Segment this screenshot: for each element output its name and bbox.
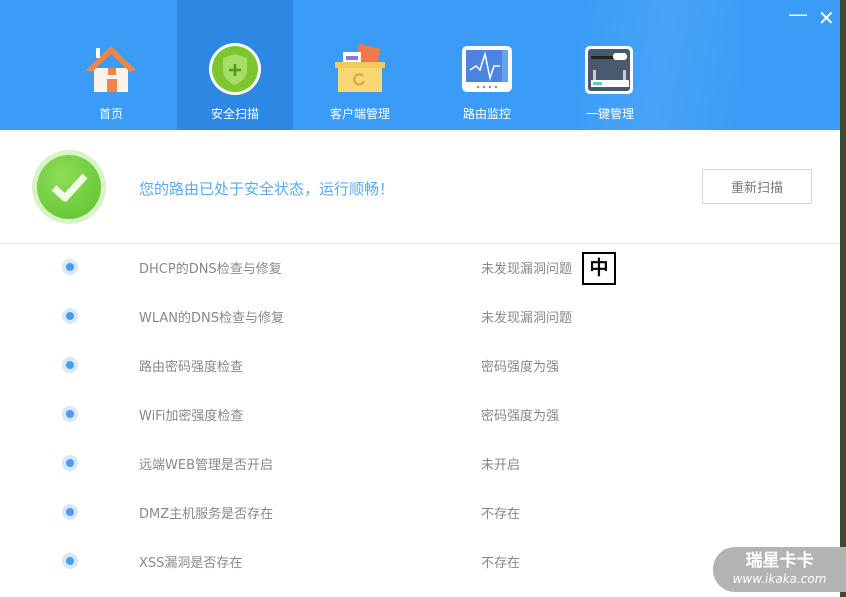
- home-icon: [86, 46, 136, 92]
- rescan-button[interactable]: 重新扫描: [702, 169, 812, 204]
- ime-indicator[interactable]: 中: [582, 252, 616, 285]
- list-item: WiFi加密强度检查 密码强度为强: [0, 392, 840, 441]
- monitor-icon: [462, 46, 512, 92]
- close-button[interactable]: ✕: [818, 6, 835, 30]
- list-item: DMZ主机服务是否存在 不存在: [0, 490, 840, 539]
- watermark: 瑞星卡卡 www.ikaka.com: [713, 547, 846, 592]
- check-name: DMZ主机服务是否存在: [139, 507, 274, 522]
- bullet-icon: [62, 504, 78, 520]
- check-result: 密码强度为强: [481, 409, 560, 424]
- check-name: WLAN的DNS检查与修复: [139, 311, 284, 326]
- bullet-icon: [62, 259, 78, 275]
- bullet-icon: [62, 406, 78, 422]
- tab-label: 路由监控: [462, 107, 511, 121]
- bullet-icon: [62, 455, 78, 471]
- list-item: 路由密码强度检查 密码强度为强: [0, 343, 840, 392]
- bullet-icon: [62, 357, 78, 373]
- minimize-button[interactable]: —: [788, 2, 808, 26]
- app-window: — ✕ 首页 安全扫描 客户端管理 路由监控 一键管理 您的路由已处于安全状态，…: [0, 0, 840, 597]
- tab-security-scan[interactable]: 安全扫描: [177, 0, 293, 130]
- tab-router-monitor[interactable]: 路由监控: [429, 0, 545, 130]
- check-result: 未开启: [481, 458, 521, 473]
- bullet-icon: [62, 308, 78, 324]
- status-message: 您的路由已处于安全状态，运行顺畅！: [139, 180, 395, 198]
- check-name: 路由密码强度检查: [139, 360, 244, 375]
- bullet-icon: [62, 553, 78, 569]
- check-name: DHCP的DNS检查与修复: [139, 262, 282, 277]
- list-item: DHCP的DNS检查与修复 未发现漏洞问题: [0, 245, 840, 294]
- watermark-url: www.ikaka.com: [732, 572, 827, 586]
- status-panel: 您的路由已处于安全状态，运行顺畅！ 重新扫描: [0, 130, 840, 244]
- check-name: 远端WEB管理是否开启: [139, 458, 273, 473]
- list-item: 远端WEB管理是否开启 未开启: [0, 441, 840, 490]
- safe-check-icon: [32, 150, 106, 224]
- check-name: WiFi加密强度检查: [139, 409, 244, 424]
- tab-client-management[interactable]: 客户端管理: [302, 0, 418, 130]
- tab-label: 一键管理: [585, 107, 634, 121]
- check-result: 密码强度为强: [481, 360, 560, 375]
- tab-home[interactable]: 首页: [53, 0, 169, 130]
- box-icon: [335, 43, 385, 92]
- header: — ✕ 首页 安全扫描 客户端管理 路由监控 一键管理: [0, 0, 840, 130]
- tab-label: 客户端管理: [329, 107, 390, 121]
- check-result: 未发现漏洞问题: [481, 262, 573, 277]
- check-result: 不存在: [481, 507, 521, 522]
- watermark-title: 瑞星卡卡: [745, 551, 814, 571]
- tab-label: 安全扫描: [210, 107, 259, 121]
- list-item: WLAN的DNS检查与修复 未发现漏洞问题: [0, 294, 840, 343]
- check-name: XSS漏洞是否存在: [139, 556, 243, 571]
- check-result: 未发现漏洞问题: [481, 311, 573, 326]
- tab-label: 首页: [98, 107, 123, 121]
- shield-icon: [209, 43, 261, 95]
- tab-one-click-management[interactable]: 一键管理: [552, 0, 668, 130]
- check-result: 不存在: [481, 556, 521, 571]
- router-icon: [585, 46, 633, 94]
